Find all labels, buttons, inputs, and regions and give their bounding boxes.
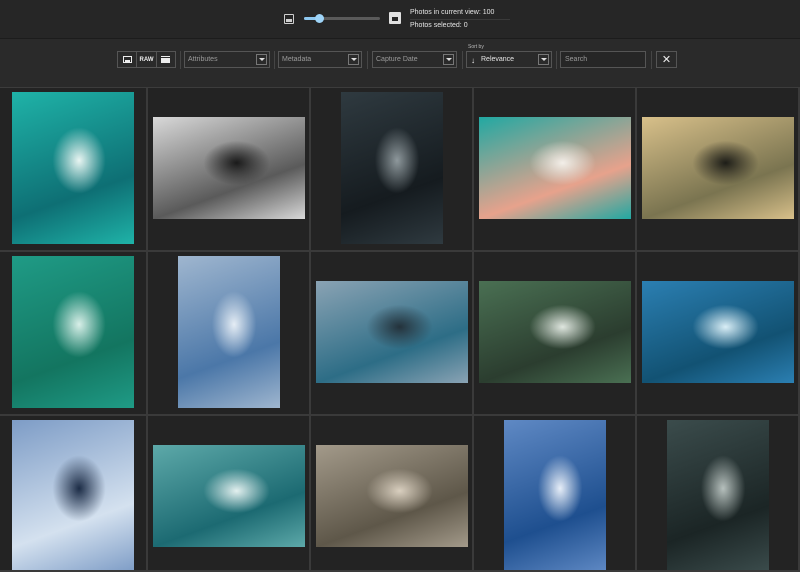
photo-thumbnail <box>504 420 606 570</box>
photo-grid <box>0 88 800 572</box>
photo-tile[interactable] <box>474 88 637 252</box>
photos-in-view-text: Photos in current view: 100 <box>410 9 495 16</box>
filter-photos-button[interactable] <box>118 52 138 67</box>
divider <box>462 51 463 69</box>
attributes-dropdown-label: Attributes <box>188 56 218 63</box>
close-filters-button[interactable]: ✕ <box>656 51 677 68</box>
filter-raw-button[interactable]: RAW <box>137 52 157 67</box>
photo-tile[interactable] <box>637 416 800 572</box>
photo-thumbnail <box>178 256 280 408</box>
divider <box>180 51 181 69</box>
capture-date-dropdown-label: Capture Date <box>376 56 418 63</box>
divider <box>274 51 275 69</box>
photo-tile[interactable] <box>637 252 800 416</box>
metadata-dropdown[interactable]: Metadata <box>278 51 362 68</box>
photo-icon <box>122 56 132 63</box>
photo-tile[interactable] <box>311 416 474 572</box>
sort-dropdown-value: Relevance <box>481 56 515 63</box>
photo-tile[interactable] <box>0 252 148 416</box>
media-type-group: RAW <box>117 51 176 68</box>
search-placeholder: Search <box>565 56 588 63</box>
chevron-down-icon <box>348 54 359 65</box>
filter-videos-button[interactable] <box>157 52 175 67</box>
chevron-down-icon <box>538 54 549 65</box>
photos-selected-text: Photos selected: 0 <box>410 22 468 29</box>
photo-thumbnail <box>642 281 794 383</box>
zoom-slider-thumb[interactable] <box>315 14 325 23</box>
raw-label: RAW <box>139 56 154 63</box>
divider <box>556 51 557 69</box>
attributes-dropdown[interactable]: Attributes <box>184 51 270 68</box>
photo-tile[interactable] <box>311 252 474 416</box>
photo-tile[interactable] <box>0 416 148 572</box>
photo-thumbnail <box>667 420 769 570</box>
top-toolbar: Photos in current view: 100 Photos selec… <box>0 0 800 38</box>
photo-tile[interactable] <box>474 252 637 416</box>
photo-thumbnail <box>153 117 305 219</box>
filter-bar: RAW Attributes Metadata Capture Date Sor… <box>0 38 800 126</box>
capture-date-dropdown[interactable]: Capture Date <box>372 51 457 68</box>
chevron-down-icon <box>443 54 454 65</box>
close-icon: ✕ <box>661 54 672 66</box>
photo-thumbnail <box>12 420 134 570</box>
chevron-down-icon <box>256 54 267 65</box>
sort-dropdown[interactable]: ↓ Relevance <box>466 51 552 68</box>
photo-thumbnail <box>479 281 631 383</box>
photo-thumbnail <box>341 92 443 244</box>
zoom-slider[interactable] <box>304 14 380 23</box>
divider <box>651 51 652 69</box>
search-input[interactable]: Search <box>560 51 646 68</box>
photo-tile[interactable] <box>148 416 311 572</box>
photo-thumbnail <box>316 281 468 383</box>
video-icon <box>161 56 171 63</box>
large-image-icon[interactable] <box>389 12 401 24</box>
photo-tile[interactable] <box>148 252 311 416</box>
photo-thumbnail <box>479 117 631 219</box>
photo-thumbnail <box>316 445 468 547</box>
photo-tile[interactable] <box>311 88 474 252</box>
photo-tile[interactable] <box>0 88 148 252</box>
photo-thumbnail <box>12 92 134 244</box>
photo-tile[interactable] <box>474 416 637 572</box>
sort-direction-icon[interactable]: ↓ <box>471 53 475 68</box>
photo-thumbnail <box>153 445 305 547</box>
selection-info: Photos in current view: 100 Photos selec… <box>410 7 510 32</box>
divider <box>367 51 368 69</box>
metadata-dropdown-label: Metadata <box>282 56 312 63</box>
photo-thumbnail <box>642 117 794 219</box>
small-image-icon[interactable] <box>284 14 294 24</box>
sort-by-label: Sort by <box>468 44 484 50</box>
photo-tile[interactable] <box>637 88 800 252</box>
photo-thumbnail <box>12 256 134 408</box>
photo-tile[interactable] <box>148 88 311 252</box>
